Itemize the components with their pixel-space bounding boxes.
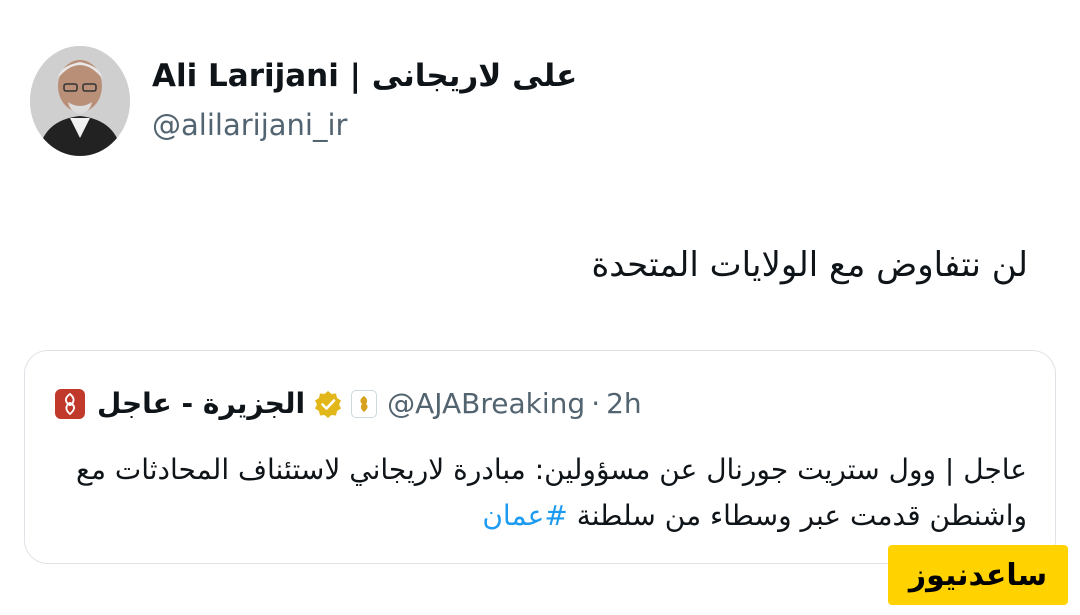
avatar[interactable] [30,46,130,156]
aljazeera-affiliate-badge-icon[interactable] [351,389,378,418]
gold-verified-badge-icon [313,389,343,419]
quoted-tweet-card[interactable]: الجزيرة - عاجل @AJABreaking · 2h عاجل | … [24,350,1056,564]
tweet-text: لن نتفاوض مع الولايات المتحدة [591,245,1028,285]
author-name[interactable]: Ali Larijani | علی لاریجانی [152,58,577,94]
author-handle[interactable]: @alilarijani_ir [152,108,347,142]
quoted-author-handle[interactable]: @AJABreaking [387,387,585,420]
separator-dot: · [591,387,601,420]
hashtag-link[interactable]: #عمان [482,499,567,532]
aljazeera-logo-icon[interactable] [55,388,85,419]
quoted-tweet-text: عاجل | وول ستريت جورنال عن مسؤولين: مباد… [67,447,1027,539]
saadnews-watermark: ساعدنیوز [888,545,1068,605]
author-name-row: Ali Larijani | علی لاریجانی [152,58,577,94]
quoted-author-name[interactable]: الجزيرة - عاجل [97,387,305,420]
profile-photo-icon [30,46,130,156]
quoted-tweet-time[interactable]: 2h [606,387,642,420]
quoted-tweet-header: الجزيرة - عاجل @AJABreaking · 2h [55,387,642,420]
